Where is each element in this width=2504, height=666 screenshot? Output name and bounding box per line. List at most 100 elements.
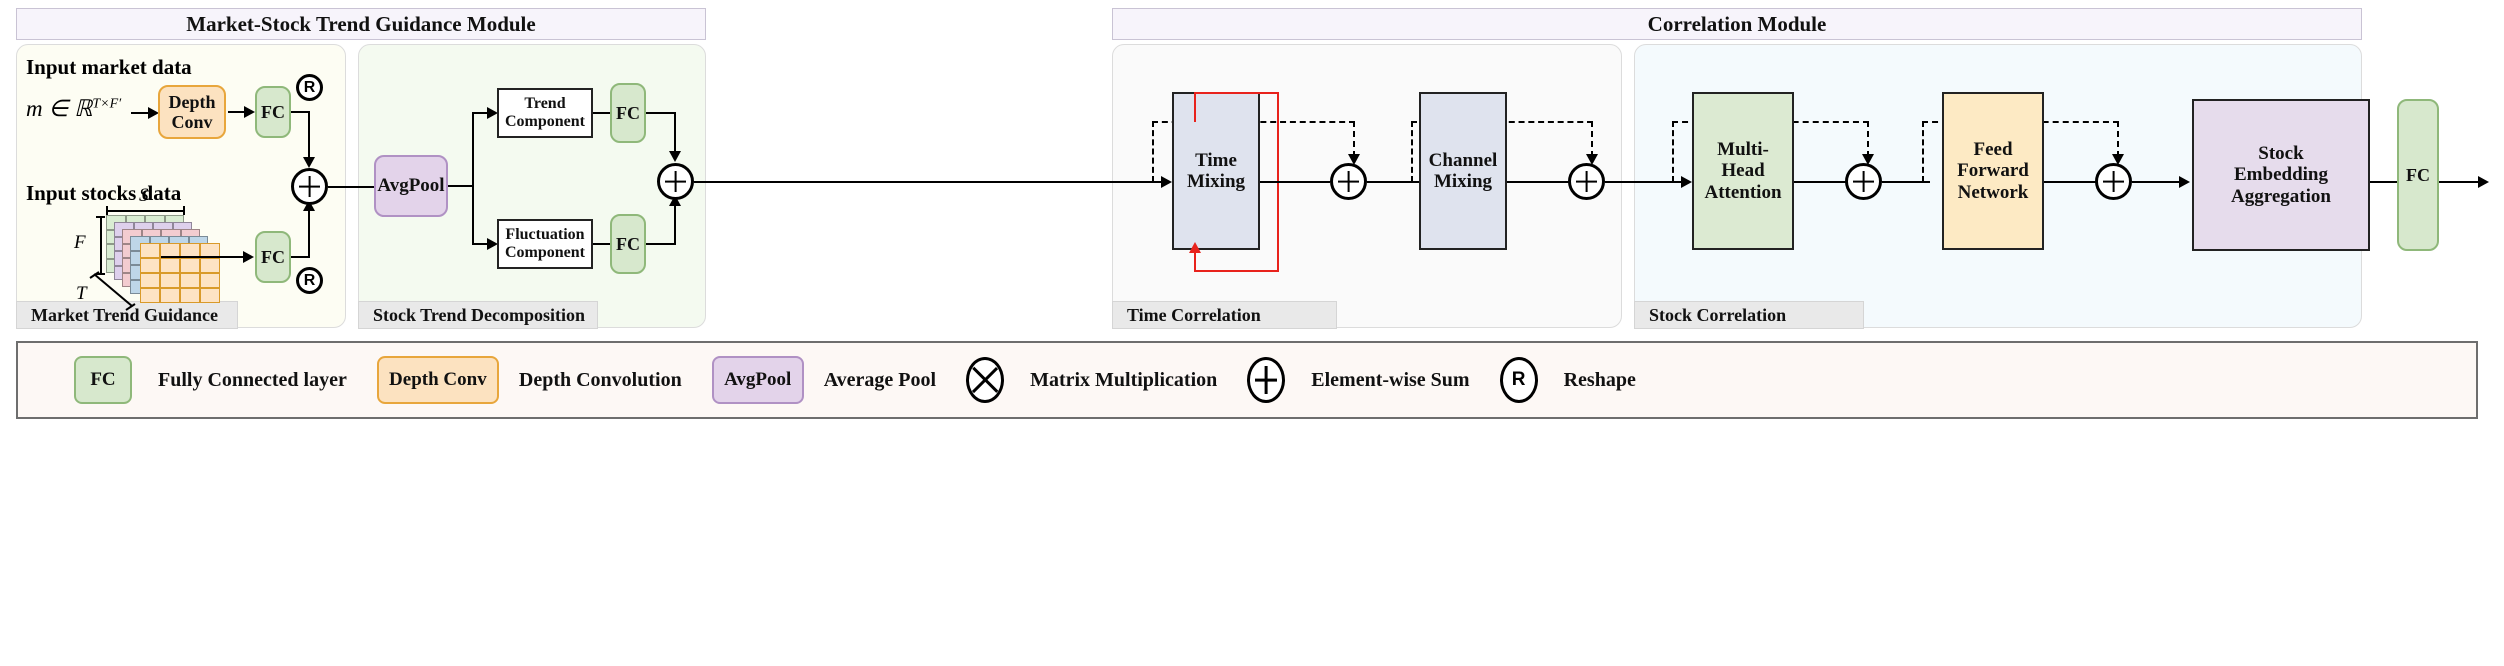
skip-ffn-right [2117, 121, 2119, 157]
legend-label-reshape: Reshape [1563, 368, 1636, 391]
connector-fctrend-right [646, 112, 676, 114]
node-label: Multi- Head Attention [1704, 139, 1782, 203]
formula-exponent: T×F′ [92, 96, 122, 112]
arrowhead-into-aggregation [2179, 176, 2190, 188]
connector-fluctuation-to-fc [593, 243, 611, 245]
node-fc-trend[interactable]: FC [610, 83, 646, 143]
operator-sum-stock-1 [1845, 163, 1882, 200]
skip-mha-right [1867, 121, 1869, 157]
module-title-market-stock: Market-Stock Trend Guidance Module [186, 11, 536, 36]
node-label: Depth Conv [168, 91, 216, 132]
operator-sum-market-stock [291, 168, 328, 205]
arrowhead-final-output [2478, 176, 2489, 188]
plus-icon [1848, 166, 1879, 197]
plus-icon [660, 166, 691, 197]
connector-avgpool-out [448, 185, 474, 187]
node-feed-forward-network[interactable]: Feed Forward Network [1942, 92, 2044, 250]
plus-icon [294, 171, 325, 202]
skip-channelmixing-right [1591, 121, 1593, 157]
module-header-correlation: Correlation Module [1112, 8, 2362, 40]
tick-S-right [183, 206, 185, 215]
operator-sum-time-1 [1330, 163, 1367, 200]
node-label: Fluctuation Component [504, 226, 585, 261]
arrowhead-fctrend-into-sum [669, 151, 681, 162]
node-stock-embedding-aggregation[interactable]: Stock Embedding Aggregation [2192, 99, 2370, 251]
legend-item-reshape: R Reshape [1499, 357, 1636, 403]
plus-icon [1250, 360, 1282, 400]
node-trend-component[interactable]: Trend Component [497, 88, 593, 138]
connector-fcfluct-up [674, 203, 676, 244]
node-label: FC [261, 246, 285, 267]
node-label: FC [2406, 164, 2430, 185]
connector-sum-to-avgpool [328, 186, 374, 188]
node-fc-output[interactable]: FC [2397, 99, 2439, 251]
arrowhead-cube-to-fc [243, 251, 254, 263]
connector-fc-bottom-up [308, 209, 310, 257]
connector-fctrend-down [674, 112, 676, 154]
legend-label-fc: Fully Connected layer [158, 368, 347, 391]
node-avgpool[interactable]: AvgPool [374, 155, 448, 217]
tick-S-bar [106, 210, 184, 212]
operator-sum-time-2 [1568, 163, 1605, 200]
skip-channelmixing-left [1411, 121, 1413, 182]
skip-mha-left [1672, 121, 1674, 182]
connector-aggregation-to-fc [2370, 181, 2398, 183]
caption-text: Stock Correlation [1649, 304, 1787, 325]
node-label: Feed Forward Network [1957, 139, 2029, 203]
node-label: Channel Mixing [1428, 149, 1498, 192]
plus-icon [1333, 166, 1364, 197]
connector-ffn-to-sum2 [2044, 181, 2096, 183]
caption-stock-correlation: Stock Correlation [1634, 301, 1864, 329]
dim-text: F [74, 232, 86, 253]
legend-label-avgpool: Average Pool [823, 368, 937, 391]
legend-bar: FC Fully Connected layer Depth Conv Dept… [16, 341, 2478, 419]
legend-item-avgpool: AvgPool Average Pool [711, 356, 937, 404]
connector-timemixing-to-sum1 [1260, 181, 1330, 183]
dim-label-S: S [139, 185, 149, 207]
legend-chip-label: FC [90, 369, 116, 390]
operator-sum-stock-2 [2095, 163, 2132, 200]
legend-label-depth-conv: Depth Convolution [518, 368, 682, 391]
node-multi-head-attention[interactable]: Multi- Head Attention [1692, 92, 1794, 250]
node-label: Trend Component [504, 95, 585, 130]
plus-icon [1571, 166, 1602, 197]
reshape-glyph: R [303, 271, 316, 289]
node-fc-fluctuation[interactable]: FC [610, 214, 646, 274]
dim-label-T: T [76, 283, 87, 305]
node-label: AvgPool [377, 175, 445, 197]
caption-text: Time Correlation [1127, 304, 1261, 325]
node-time-mixing[interactable]: Time Mixing [1172, 92, 1260, 250]
tick-T-diagonal [89, 271, 136, 311]
node-label: FC [616, 102, 640, 123]
connector-mha-to-sum1 [1794, 181, 1846, 183]
caption-text: Stock Trend Decomposition [373, 304, 586, 325]
arrowhead-into-plus-top [303, 157, 315, 168]
connector-fc-top-down [308, 111, 310, 160]
connector-fcfluct-right [646, 243, 676, 245]
connector-trend-to-fc [593, 112, 611, 114]
node-depth-conv[interactable]: Depth Conv [158, 85, 226, 139]
module-title-correlation: Correlation Module [1647, 11, 1827, 36]
node-fc-stocks[interactable]: FC [255, 231, 291, 283]
reshape-icon-bottom: R [296, 267, 323, 294]
recurrent-loop-top [1194, 92, 1279, 94]
legend-chip-depth-conv: Depth Conv [376, 356, 499, 404]
dim-text: T [76, 283, 87, 304]
arrowhead-depthconv-to-fc [244, 106, 255, 118]
connector-fc-output-arrow [2439, 181, 2481, 183]
node-fluctuation-component[interactable]: Fluctuation Component [497, 219, 593, 269]
legend-item-fc: FC Fully Connected layer [74, 356, 347, 404]
skip-ffn-left [1922, 121, 1924, 182]
label-text: Input stocks data [26, 181, 182, 205]
node-channel-mixing[interactable]: Channel Mixing [1419, 92, 1507, 250]
legend-chip-label: AvgPool [724, 369, 792, 390]
node-label: Time Mixing [1186, 149, 1246, 192]
node-fc-market[interactable]: FC [255, 86, 291, 138]
node-label: FC [616, 233, 640, 254]
connector-split-vertical [472, 113, 474, 245]
cross-icon [969, 360, 1001, 400]
label-input-stocks-data: Input stocks data [26, 181, 181, 206]
legend-item-sum: Element-wise Sum [1247, 357, 1470, 403]
operator-sum-decomposition [657, 163, 694, 200]
legend-label-matmul: Matrix Multiplication [1030, 368, 1218, 391]
